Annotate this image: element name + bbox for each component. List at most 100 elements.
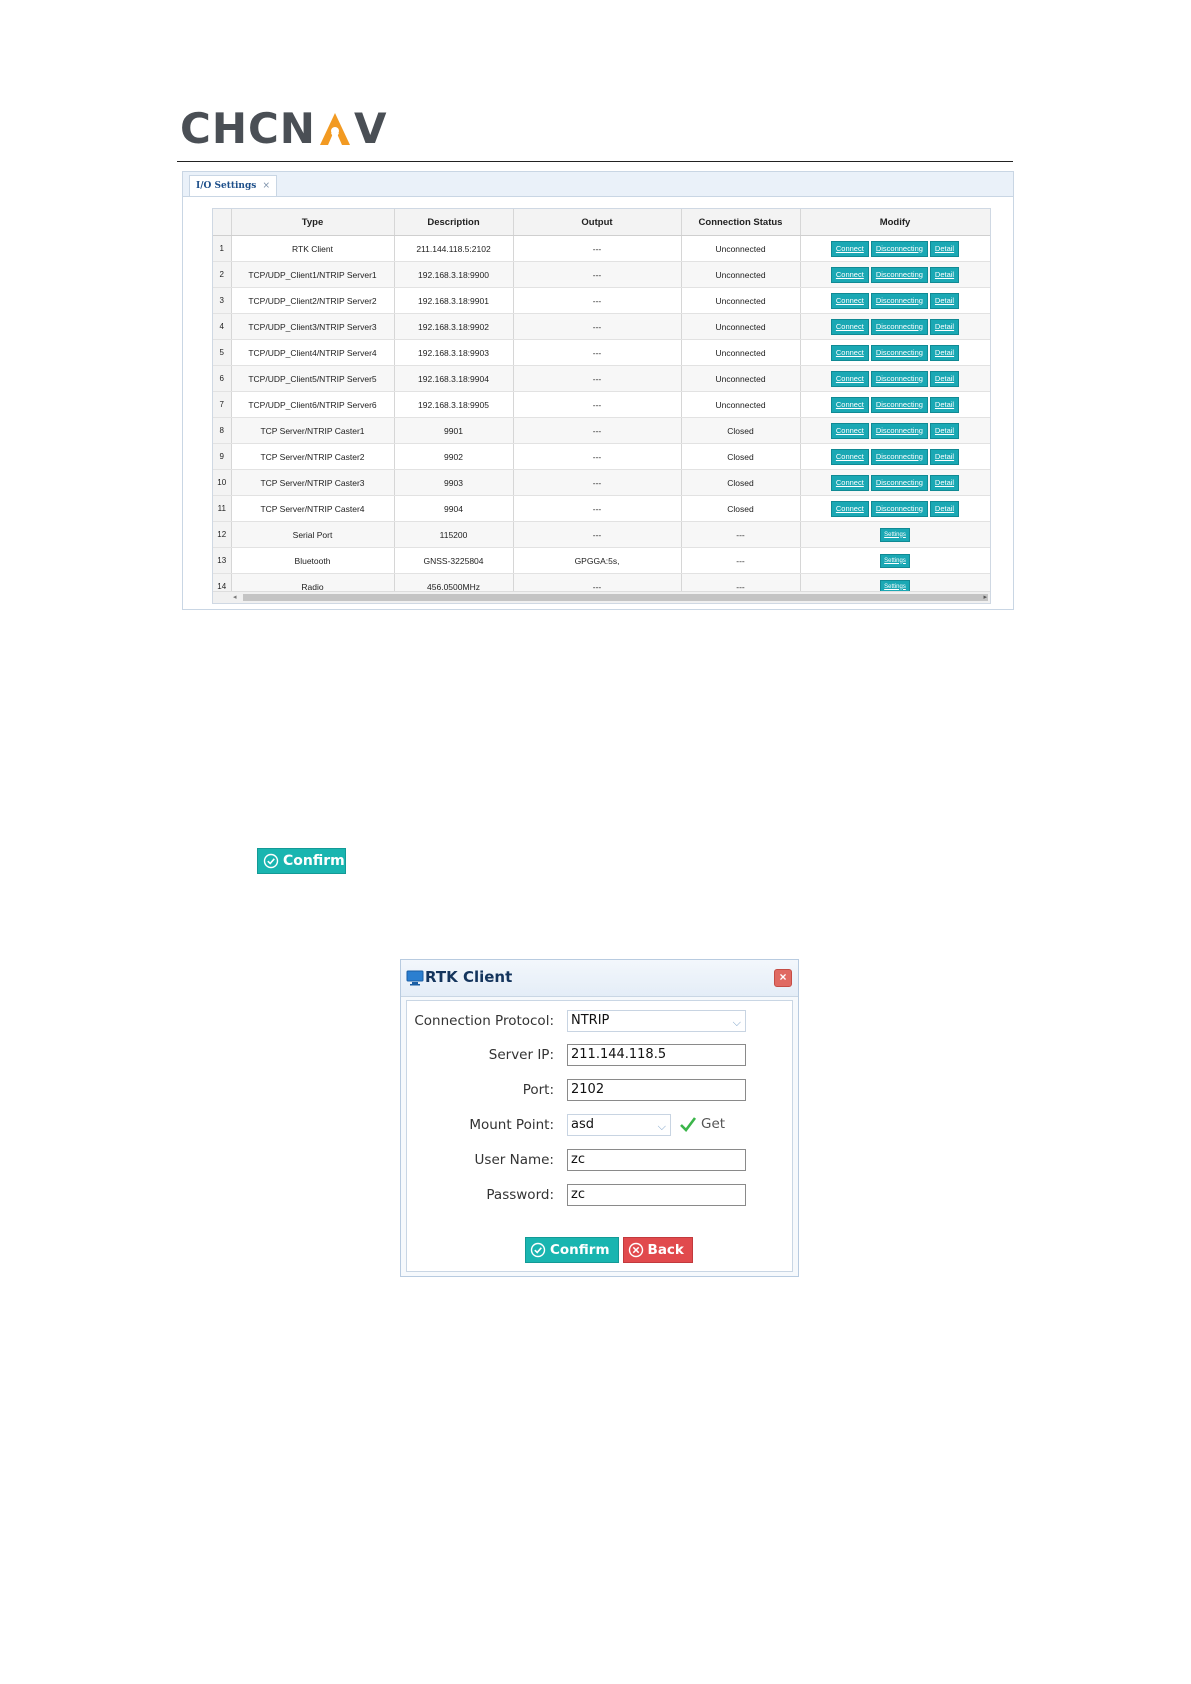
- connect-button[interactable]: Connect: [830, 266, 869, 283]
- cell-modify: Connect Disconnecting Detail: [800, 365, 990, 392]
- detail-button[interactable]: Detail: [929, 292, 960, 309]
- disconnecting-button[interactable]: Disconnecting: [870, 448, 928, 465]
- table-row[interactable]: 4 TCP/UDP_Client3/NTRIP Server3 192.168.3.…: [213, 313, 990, 340]
- connect-button[interactable]: Connect: [830, 396, 869, 413]
- connect-button[interactable]: Connect: [830, 370, 869, 387]
- cell-modify: Connect Disconnecting Detail: [800, 313, 990, 340]
- disconnecting-button[interactable]: Disconnecting: [870, 240, 928, 257]
- cell-modify: Settings: [800, 521, 990, 548]
- disconnecting-button[interactable]: Disconnecting: [870, 396, 928, 413]
- settings-button[interactable]: Settings: [880, 527, 910, 542]
- dialog-back-label: Back: [647, 1242, 684, 1258]
- table-row[interactable]: 12 Serial Port 115200 --- --- Settings: [213, 521, 990, 548]
- user-name-label: User Name:: [474, 1152, 554, 1168]
- dialog-close-icon[interactable]: ×: [774, 969, 792, 987]
- port-input[interactable]: 2102: [567, 1079, 746, 1101]
- row-index: 9: [213, 443, 232, 470]
- disconnecting-button[interactable]: Disconnecting: [870, 318, 928, 335]
- cell-type: TCP Server/NTRIP Caster3: [231, 469, 395, 496]
- col-header-type[interactable]: Type: [231, 209, 395, 236]
- cell-output: ---: [513, 417, 682, 444]
- horizontal-scrollbar[interactable]: ◂ ▸: [213, 591, 990, 603]
- col-header-output[interactable]: Output: [513, 209, 682, 236]
- table-row[interactable]: 1 RTK Client 211.144.118.5:2102 --- Unconnec…: [213, 235, 990, 262]
- connect-button[interactable]: Connect: [830, 500, 869, 517]
- disconnecting-button[interactable]: Disconnecting: [870, 292, 928, 309]
- cell-type: TCP/UDP_Client5/NTRIP Server5: [231, 365, 395, 392]
- row-index: 2: [213, 261, 232, 288]
- disconnecting-button[interactable]: Disconnecting: [870, 370, 928, 387]
- cell-description: 9904: [394, 495, 514, 522]
- connect-button[interactable]: Connect: [830, 344, 869, 361]
- get-mount-point-button[interactable]: Get: [679, 1116, 725, 1132]
- connect-button[interactable]: Connect: [830, 292, 869, 309]
- table-row[interactable]: 13 Bluetooth GNSS-3225804 GPGGA:5s, --- Setti…: [213, 547, 990, 574]
- disconnecting-button[interactable]: Disconnecting: [870, 344, 928, 361]
- row-port: Port: 2102: [407, 1079, 792, 1103]
- cell-output: ---: [513, 391, 682, 418]
- tab-io-settings[interactable]: I/O Settings ×: [189, 175, 278, 196]
- scroll-right-icon[interactable]: ▸: [983, 593, 987, 601]
- cell-modify: Connect Disconnecting Detail: [800, 287, 990, 314]
- table-row[interactable]: 5 TCP/UDP_Client4/NTRIP Server4 192.168.3.…: [213, 339, 990, 366]
- cell-output: ---: [513, 495, 682, 522]
- cell-description: 9901: [394, 417, 514, 444]
- table-row[interactable]: 2 TCP/UDP_Client1/NTRIP Server1 192.168.3.…: [213, 261, 990, 288]
- cell-connection-status: Unconnected: [681, 313, 801, 340]
- detail-button[interactable]: Detail: [929, 240, 960, 257]
- connect-button[interactable]: Connect: [830, 474, 869, 491]
- row-index: 1: [213, 235, 232, 262]
- tab-bar: I/O Settings ×: [183, 172, 1013, 197]
- disconnecting-button[interactable]: Disconnecting: [870, 266, 928, 283]
- server-ip-input[interactable]: 211.144.118.5: [567, 1044, 746, 1066]
- cell-modify: Connect Disconnecting Detail: [800, 417, 990, 444]
- cell-type: Serial Port: [231, 521, 395, 548]
- disconnecting-button[interactable]: Disconnecting: [870, 474, 928, 491]
- password-input[interactable]: zc: [567, 1184, 746, 1206]
- get-label: Get: [701, 1116, 726, 1132]
- detail-button[interactable]: Detail: [929, 448, 960, 465]
- tab-close-icon[interactable]: ×: [262, 181, 270, 191]
- disconnecting-button[interactable]: Disconnecting: [870, 500, 928, 517]
- cell-type: TCP/UDP_Client1/NTRIP Server1: [231, 261, 395, 288]
- col-header-description[interactable]: Description: [394, 209, 514, 236]
- cell-description: 192.168.3.18:9905: [394, 391, 514, 418]
- disconnecting-button[interactable]: Disconnecting: [870, 422, 928, 439]
- connect-button[interactable]: Connect: [830, 422, 869, 439]
- detail-button[interactable]: Detail: [929, 266, 960, 283]
- detail-button[interactable]: Detail: [929, 370, 960, 387]
- col-header-modify[interactable]: Modify: [800, 209, 990, 236]
- chcnav-logo: CHCN V: [180, 104, 387, 153]
- mount-point-select[interactable]: asd ⌵: [567, 1114, 671, 1136]
- settings-button[interactable]: Settings: [880, 553, 910, 568]
- connect-button[interactable]: Connect: [830, 448, 869, 465]
- connect-button[interactable]: Connect: [830, 318, 869, 335]
- row-mount-point: Mount Point: asd ⌵ Get: [407, 1114, 792, 1138]
- dialog-confirm-button[interactable]: Confirm: [525, 1237, 619, 1263]
- detail-button[interactable]: Detail: [929, 396, 960, 413]
- user-name-input[interactable]: zc: [567, 1149, 746, 1171]
- detail-button[interactable]: Detail: [929, 500, 960, 517]
- scrollbar-thumb[interactable]: [243, 594, 988, 601]
- table-row[interactable]: 11 TCP Server/NTRIP Caster4 9904 --- Closed C…: [213, 495, 990, 522]
- cell-description: 192.168.3.18:9902: [394, 313, 514, 340]
- table-row[interactable]: 6 TCP/UDP_Client5/NTRIP Server5 192.168.3.…: [213, 365, 990, 392]
- detail-button[interactable]: Detail: [929, 344, 960, 361]
- cell-connection-status: Unconnected: [681, 261, 801, 288]
- connect-button[interactable]: Connect: [830, 240, 869, 257]
- table-row[interactable]: 9 TCP Server/NTRIP Caster2 9902 --- Closed Co…: [213, 443, 990, 470]
- table-row[interactable]: 10 TCP Server/NTRIP Caster3 9903 --- Closed C…: [213, 469, 990, 496]
- detail-button[interactable]: Detail: [929, 474, 960, 491]
- detail-button[interactable]: Detail: [929, 318, 960, 335]
- table-row[interactable]: 7 TCP/UDP_Client6/NTRIP Server6 192.168.3.…: [213, 391, 990, 418]
- table-row[interactable]: 8 TCP Server/NTRIP Caster1 9901 --- Closed Co…: [213, 417, 990, 444]
- detail-button[interactable]: Detail: [929, 422, 960, 439]
- cell-connection-status: Closed: [681, 495, 801, 522]
- connection-protocol-select[interactable]: NTRIP ⌵: [567, 1010, 746, 1032]
- col-header-connection-status[interactable]: Connection Status: [681, 209, 801, 236]
- table-row[interactable]: 3 TCP/UDP_Client2/NTRIP Server2 192.168.3.…: [213, 287, 990, 314]
- confirm-button-standalone[interactable]: Confirm: [257, 848, 346, 874]
- server-ip-label: Server IP:: [488, 1047, 554, 1063]
- dialog-back-button[interactable]: Back: [622, 1237, 693, 1263]
- scroll-left-icon[interactable]: ◂: [233, 593, 237, 601]
